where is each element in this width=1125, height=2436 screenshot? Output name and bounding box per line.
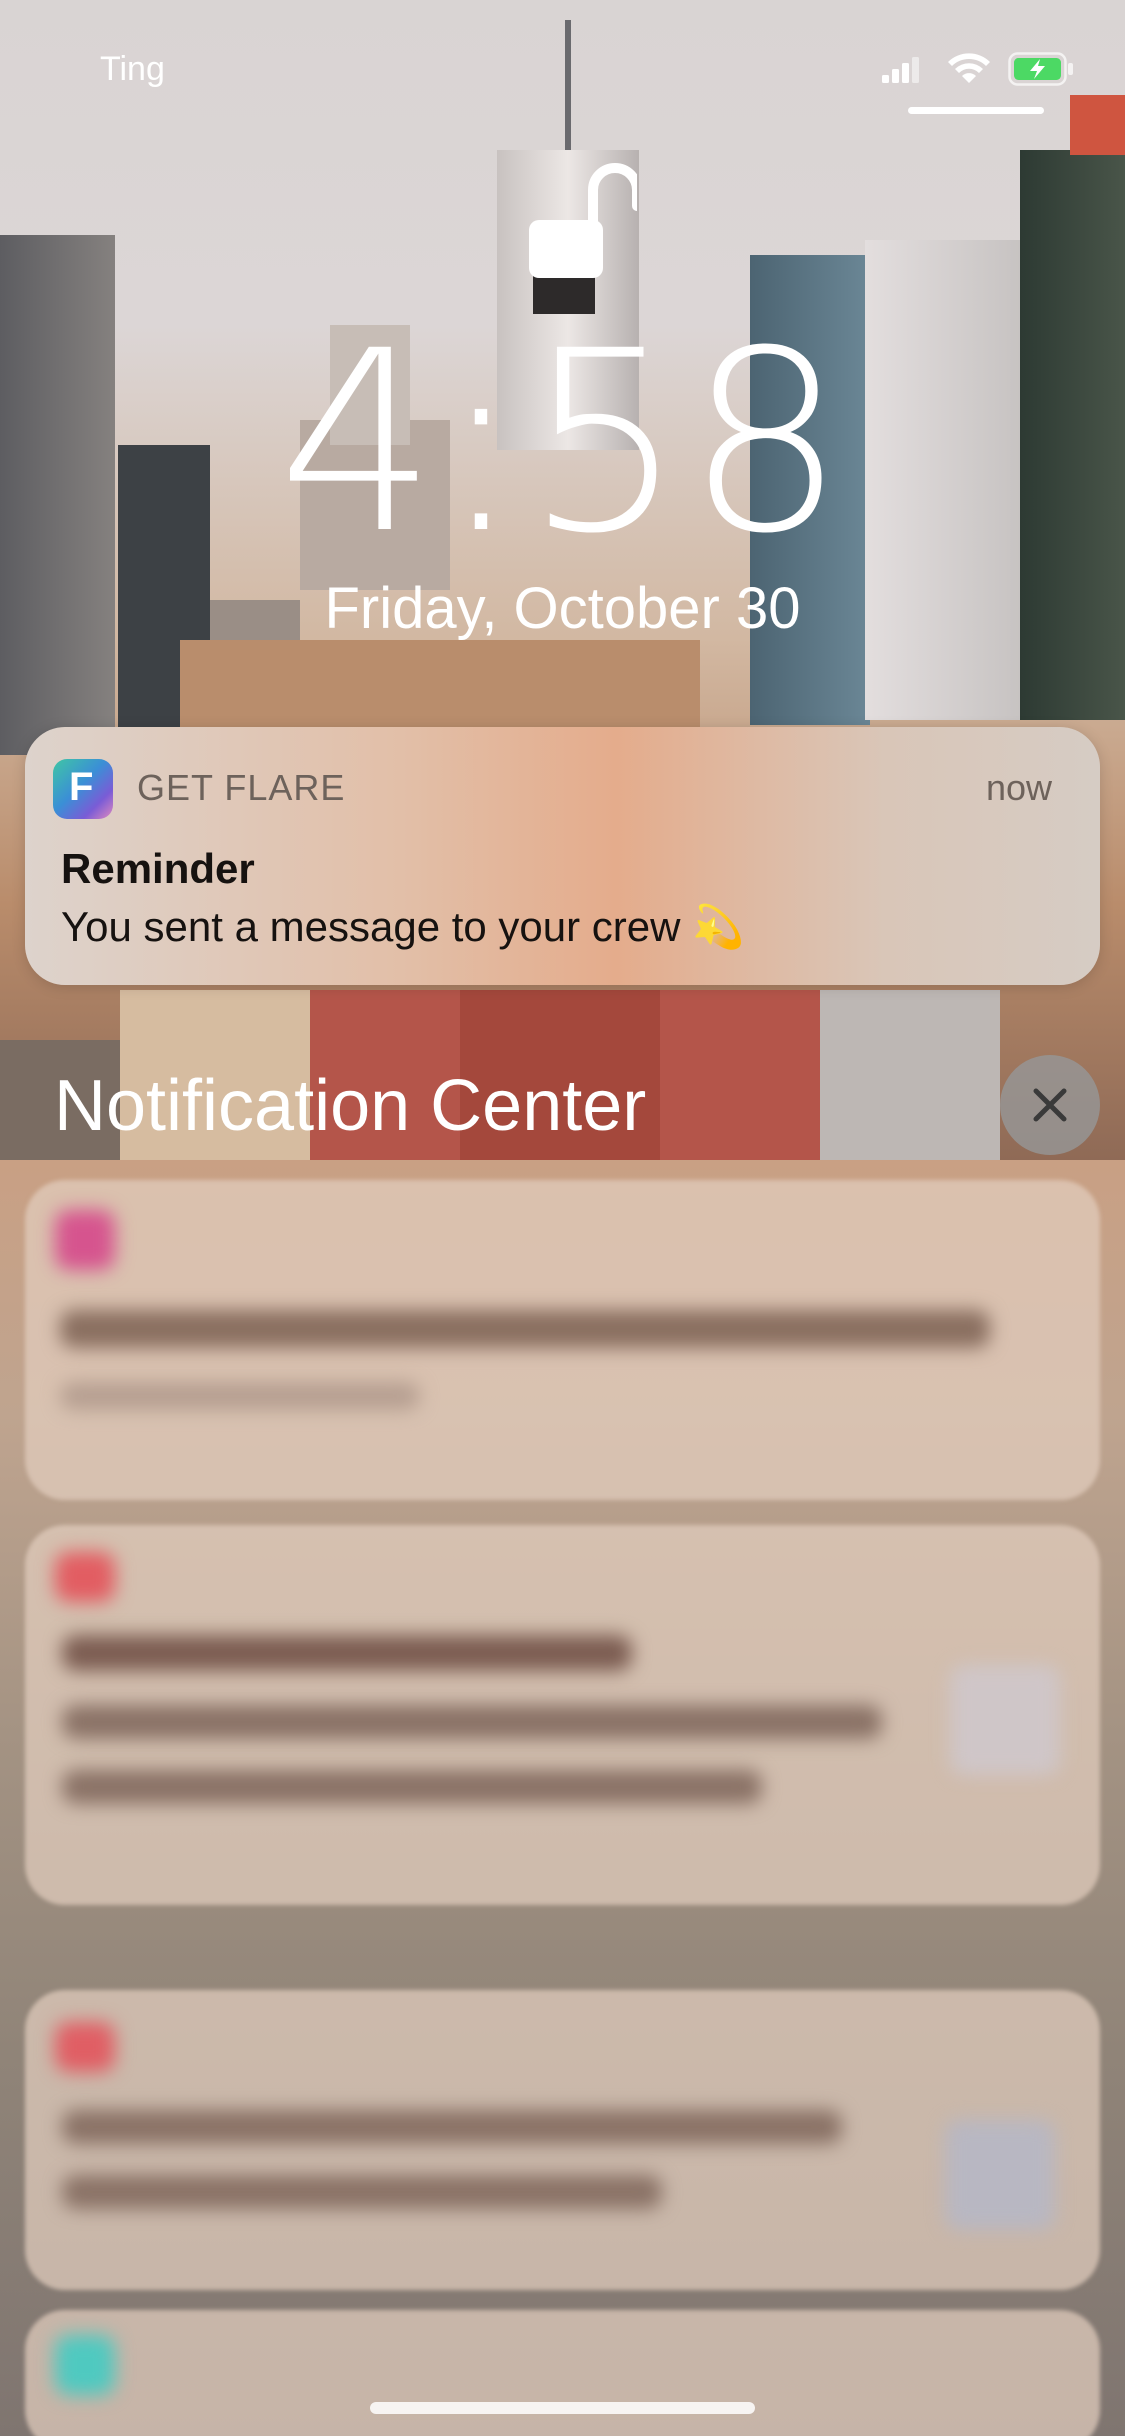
wifi-icon (948, 53, 990, 83)
battery-charging-icon (1008, 52, 1073, 86)
notification-title: Reminder (61, 845, 255, 892)
notification-banner[interactable]: F GET FLARE now Reminder You sent a mess… (25, 727, 1100, 985)
notification-timestamp: now (985, 767, 1052, 808)
carrier-label: Ting (100, 50, 165, 88)
app-icon-letter: F (69, 765, 94, 809)
blurred-notification-history (0, 1160, 1125, 2436)
notification-body: You sent a message to your crew 💫 (61, 903, 745, 950)
get-flare-app-icon: F (53, 759, 113, 819)
home-indicator[interactable] (370, 2402, 755, 2414)
control-center-indicator[interactable] (908, 107, 1044, 114)
unlocked-padlock-icon (529, 163, 637, 278)
notification-center-title: Notification Center (54, 1066, 647, 1146)
lock-screen-time: 4:58 (277, 297, 848, 588)
close-icon (1033, 1088, 1067, 1122)
blurred-notification-card (25, 2310, 1100, 2436)
notification-app-name: GET FLARE (137, 767, 346, 808)
cellular-signal-icon (882, 57, 919, 83)
clear-notifications-button[interactable] (1000, 1055, 1100, 1155)
lock-screen-date: Friday, October 30 (324, 576, 801, 641)
